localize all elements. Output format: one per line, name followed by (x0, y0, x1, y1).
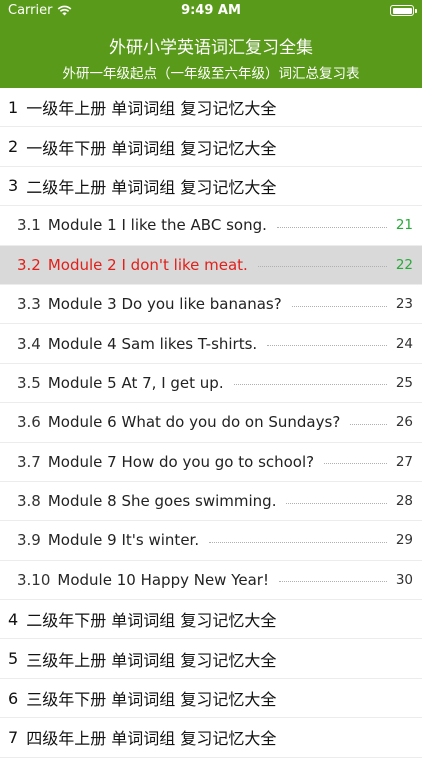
section-row[interactable]: 3.2 Module 2 I don't like meat. 22 (0, 245, 422, 285)
row-label: Module 4 Sam likes T-shirts. (47, 334, 258, 353)
section-row[interactable]: 3.9 Module 9 It's winter. 29 (0, 521, 422, 561)
section-row[interactable]: 3.1 Module 1 I like the ABC song. 21 (0, 206, 422, 246)
row-label: Module 2 I don't like meat. (47, 255, 248, 274)
dot-leader (279, 581, 387, 583)
page-title: 外研小学英语词汇复习全集 (109, 38, 313, 58)
chapter-row[interactable]: 6 三级年下册 单词词组 复习记忆大全 (0, 679, 422, 719)
chapter-row[interactable]: 5 三级年上册 单词词组 复习记忆大全 (0, 639, 422, 679)
row-label: Module 1 I like the ABC song. (47, 216, 267, 235)
dot-leader (291, 305, 387, 307)
dot-leader (257, 266, 387, 268)
row-label: 四级年上册 单词词组 复习记忆大全 (26, 729, 277, 749)
row-label: Module 9 It's winter. (47, 531, 200, 550)
row-label: 一级年上册 单词词组 复习记忆大全 (26, 99, 277, 119)
row-number: 5 (8, 649, 19, 669)
page-number: 30 (395, 571, 413, 588)
row-number: 4 (8, 609, 19, 629)
section-row[interactable]: 3.6 Module 6 What do you do on Sundays? 26 (0, 403, 422, 443)
row-number: 6 (8, 688, 19, 708)
row-number: 3.4 (17, 334, 41, 353)
page-number: 29 (395, 532, 413, 549)
row-number: 3 (8, 176, 19, 196)
row-label: Module 6 What do you do on Sundays? (47, 413, 341, 432)
dot-leader (209, 541, 387, 543)
chapter-row[interactable]: 2 一级年下册 单词词组 复习记忆大全 (0, 127, 422, 167)
page-number: 25 (395, 374, 413, 391)
page-number: 21 (395, 217, 413, 234)
dot-leader (276, 226, 387, 228)
chapter-row[interactable]: 7 四级年上册 单词词组 复习记忆大全 (0, 718, 422, 758)
page-number: 22 (395, 256, 413, 273)
dot-leader (350, 423, 387, 425)
row-label: Module 5 At 7, I get up. (47, 373, 224, 392)
table-of-contents: 1 一级年上册 单词词组 复习记忆大全 2 一级年下册 单词词组 复习记忆大全 3 二级年… (0, 88, 422, 758)
section-row[interactable]: 3.4 Module 4 Sam likes T-shirts. 24 (0, 324, 422, 364)
row-number: 3.2 (17, 255, 41, 274)
row-label: 二级年下册 单词词组 复习记忆大全 (26, 611, 277, 631)
page-number: 24 (395, 335, 413, 352)
section-row[interactable]: 3.3 Module 3 Do you like bananas? 23 (0, 285, 422, 325)
page-number: 23 (395, 296, 413, 313)
row-number: 3.7 (17, 452, 41, 471)
chapter-row[interactable]: 1 一级年上册 单词词组 复习记忆大全 (0, 88, 422, 128)
page-number: 28 (395, 493, 413, 510)
section-row[interactable]: 3.8 Module 8 She goes swimming. 28 (0, 482, 422, 522)
row-number: 1 (8, 97, 19, 117)
row-number: 2 (8, 137, 19, 157)
row-number: 3.6 (17, 413, 41, 432)
dot-leader (233, 384, 387, 386)
row-label: 一级年下册 单词词组 复习记忆大全 (26, 138, 277, 158)
row-label: 二级年上册 单词词组 复习记忆大全 (26, 177, 277, 197)
row-number: 3.10 (17, 570, 51, 589)
row-number: 3.8 (17, 492, 41, 511)
row-number: 3.9 (17, 531, 41, 550)
chapter-row[interactable]: 4 二级年下册 单词词组 复习记忆大全 (0, 600, 422, 640)
page-number: 26 (395, 414, 413, 431)
section-row[interactable]: 3.10 Module 10 Happy New Year! 30 (0, 561, 422, 601)
section-row[interactable]: 3.5 Module 5 At 7, I get up. 25 (0, 364, 422, 404)
section-row[interactable]: 3.7 Module 7 How do you go to school? 27 (0, 443, 422, 482)
page-number: 27 (395, 453, 413, 470)
status-time: 9:49 AM (181, 3, 241, 18)
page-subtitle: 外研一年级起点（一年级至六年级）词汇总复习表 (62, 66, 360, 82)
app-header: 外研小学英语词汇复习全集 外研一年级起点（一年级至六年级）词汇总复习表 (0, 22, 422, 88)
chapter-row[interactable]: 3 二级年上册 单词词组 复习记忆大全 (0, 167, 422, 207)
row-label: Module 10 Happy New Year! (57, 570, 269, 589)
row-label: Module 3 Do you like bananas? (47, 295, 282, 314)
row-label: 三级年下册 单词词组 复习记忆大全 (26, 690, 277, 710)
row-number: 3.3 (17, 295, 41, 314)
row-number: 7 (8, 727, 19, 747)
row-number: 3.1 (17, 216, 41, 235)
row-label: Module 7 How do you go to school? (47, 452, 315, 471)
status-bar: Carrier 9:49 AM (0, 0, 422, 22)
dot-leader (286, 502, 387, 504)
row-label: Module 8 She goes swimming. (47, 492, 277, 511)
row-number: 3.5 (17, 373, 41, 392)
dot-leader (267, 345, 387, 347)
row-label: 三级年上册 单词词组 复习记忆大全 (26, 650, 277, 670)
battery-icon (390, 5, 417, 16)
dot-leader (324, 463, 387, 465)
